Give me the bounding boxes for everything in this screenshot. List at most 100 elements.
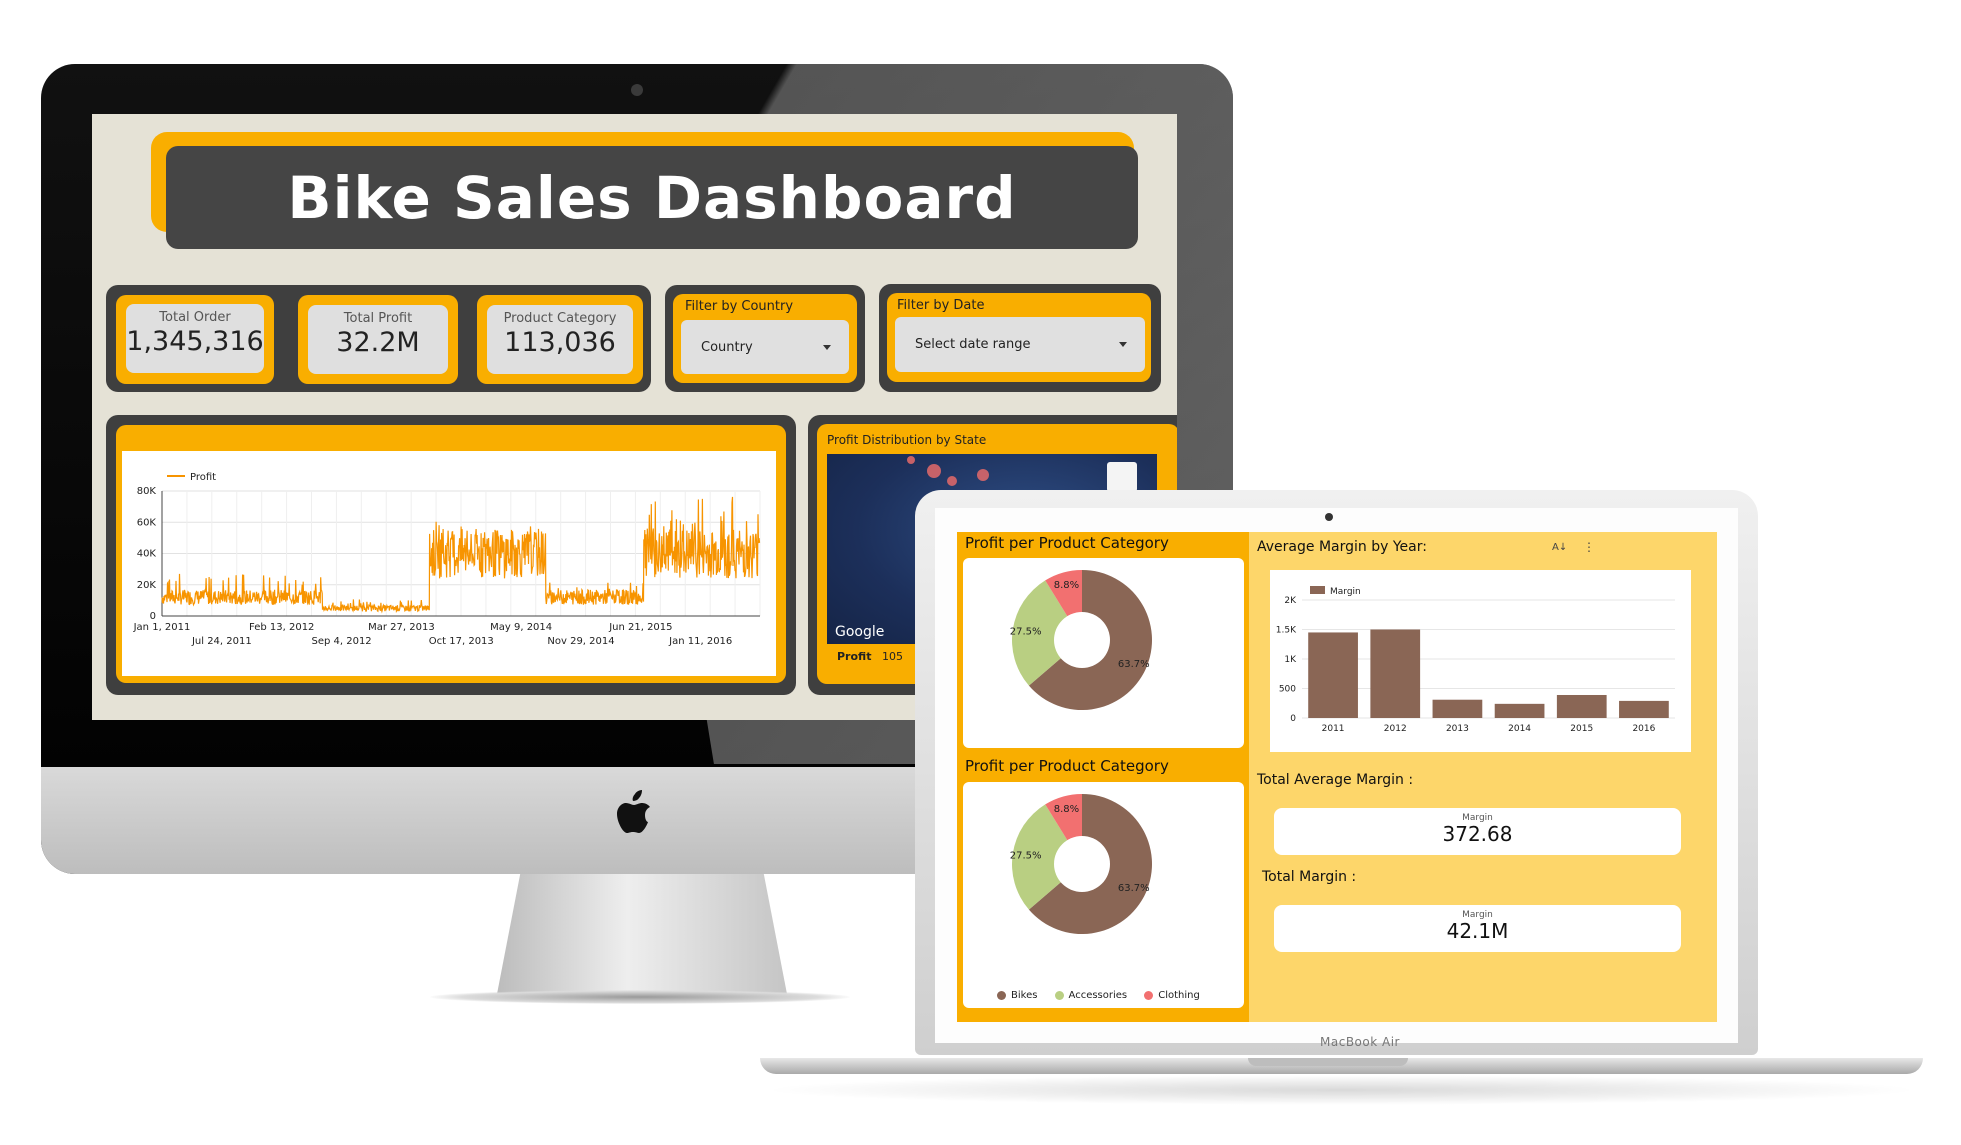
- legend-bikes: Bikes: [997, 990, 1037, 1001]
- pie-hole: [1054, 612, 1110, 668]
- map-marker: [977, 469, 989, 481]
- kpi-product-category: Product Category 113,036: [487, 305, 633, 374]
- map-marker: [947, 476, 957, 486]
- map-footer-label: Profit: [837, 650, 872, 663]
- y-tick-label: 60K: [137, 517, 157, 528]
- y-tick-label: 1K: [1284, 655, 1297, 665]
- kpi-label: Total Order: [159, 310, 231, 325]
- legend-label: Margin: [1330, 587, 1361, 597]
- kpi-label: Product Category: [503, 311, 617, 326]
- timeseries-card: Profit 0 20K 40K 60K 80K Jan 1, 2011 Feb 13, …: [122, 451, 776, 676]
- bar-chart-card: Margin 0 500 1K 1.5K 2K 2011 2012 2013 2014 2015…: [1270, 570, 1691, 752]
- pie-slice-label: 27.5%: [1010, 626, 1042, 637]
- x-tick-label: Sep 4, 2012: [311, 636, 371, 647]
- x-tick-label: 2015: [1570, 724, 1593, 734]
- chevron-down-icon: [1119, 342, 1127, 347]
- pie-bottom-card: 63.7% 27.5% 8.8% Bikes Accessories Clothin…: [963, 782, 1244, 1008]
- legend-label: Clothing: [1158, 990, 1200, 1001]
- scorecard-label: Margin: [1462, 910, 1493, 920]
- sort-icon[interactable]: A↓: [1552, 542, 1567, 553]
- legend-dot: [997, 991, 1006, 1000]
- x-tick-label: 2013: [1446, 724, 1469, 734]
- kpi-total-order: Total Order 1,345,316: [126, 304, 264, 373]
- pie-slice-label: 8.8%: [1054, 804, 1079, 815]
- macbook-notch: [1248, 1058, 1408, 1066]
- x-tick-label: 2012: [1384, 724, 1407, 734]
- x-tick-label: Jan 1, 2011: [133, 622, 191, 633]
- total-margin-title: Total Margin :: [1262, 869, 1357, 885]
- kpi-value: 1,345,316: [126, 326, 264, 357]
- legend-label: Bikes: [1011, 990, 1038, 1001]
- x-tick-label: 2011: [1322, 724, 1345, 734]
- x-tick-label: Oct 17, 2013: [429, 636, 494, 647]
- y-tick-label: 500: [1279, 685, 1296, 695]
- margin-bar-chart: Margin 0 500 1K 1.5K 2K 2011 2012 2013 2014 2015…: [1276, 586, 1675, 734]
- total-average-margin-title: Total Average Margin :: [1257, 772, 1414, 788]
- kpi-total-profit: Total Profit 32.2M: [308, 305, 448, 374]
- legend-dot: [1054, 991, 1064, 1000]
- x-tick-label: Nov 29, 2014: [547, 636, 614, 647]
- scorecard-value: 372.68: [1442, 822, 1513, 846]
- date-dropdown[interactable]: Select date range: [895, 317, 1145, 372]
- imac-stand: [497, 874, 787, 994]
- y-tick-label: 80K: [137, 486, 157, 497]
- bar-2012[interactable]: [1370, 629, 1421, 719]
- x-tick-label: May 9, 2014: [490, 622, 552, 633]
- page-title: Bike Sales Dashboard: [166, 146, 1138, 249]
- map-marker: [927, 464, 941, 478]
- y-tick-label: 0: [1290, 714, 1296, 724]
- y-tick-label: 20K: [137, 580, 157, 591]
- date-filter-title: Filter by Date: [897, 298, 985, 313]
- pie-bottom-chart: 63.7% 27.5% 8.8%: [1010, 794, 1152, 934]
- scorecard-value: 42.1M: [1446, 919, 1509, 943]
- date-dropdown-value: Select date range: [915, 337, 1031, 352]
- map-marker: [907, 456, 915, 464]
- country-dropdown-value: Country: [701, 339, 753, 355]
- profit-timeseries-chart: Profit 0 20K 40K 60K 80K Jan 1, 2011 Feb 13, …: [133, 472, 761, 647]
- country-filter-title: Filter by Country: [685, 299, 794, 314]
- legend-clothing: Clothing: [1144, 990, 1200, 1001]
- bar-2016[interactable]: [1619, 700, 1669, 718]
- x-tick-label: Jan 11, 2016: [668, 636, 732, 647]
- google-label: Google: [835, 624, 885, 640]
- legend-label: Profit: [190, 472, 216, 483]
- more-options-icon[interactable]: ⋮: [1583, 540, 1595, 554]
- pie-legend: Bikes Accessories Clothing: [997, 985, 1212, 1004]
- pie-hole: [1054, 836, 1110, 892]
- kpi-value: 32.2M: [336, 327, 420, 358]
- chevron-down-icon: [823, 344, 831, 350]
- x-tick-label: Jul 24, 2011: [191, 636, 252, 647]
- scorecard-label: Margin: [1462, 813, 1493, 823]
- bar-2013[interactable]: [1432, 699, 1483, 718]
- date-filter-frame: Filter by Date Select date range: [887, 293, 1151, 382]
- kpi-label: Total Profit: [343, 311, 413, 326]
- map-footer-value: 105: [882, 650, 903, 663]
- total-average-margin-card: Margin 372.68: [1274, 808, 1681, 855]
- pie-top-card: 63.7% 27.5% 8.8%: [963, 558, 1244, 748]
- bar-2011[interactable]: [1308, 632, 1358, 718]
- map-control[interactable]: [1107, 462, 1137, 492]
- y-tick-label: 0: [150, 611, 156, 622]
- country-filter-frame: Filter by Country Country: [673, 294, 857, 383]
- pie-bottom-title: Profit per Product Category: [965, 757, 1169, 775]
- y-tick-label: 40K: [137, 549, 157, 560]
- legend-dot: [1144, 991, 1154, 1000]
- x-tick-label: Feb 13, 2012: [249, 622, 314, 633]
- legend-swatch: [1310, 586, 1325, 594]
- country-dropdown[interactable]: Country: [681, 320, 849, 374]
- x-tick-label: Jun 21, 2015: [608, 622, 672, 633]
- bar-2014[interactable]: [1494, 703, 1545, 718]
- map-title: Profit Distribution by State: [827, 433, 987, 447]
- y-tick-label: 1.5K: [1276, 626, 1297, 636]
- macbook-label: MacBook Air: [1320, 1035, 1400, 1049]
- bar-chart-title: Average Margin by Year:: [1257, 539, 1427, 555]
- legend-accessories: Accessories: [1054, 990, 1127, 1001]
- bar-2015[interactable]: [1556, 694, 1607, 718]
- pie-slice-label: 27.5%: [1010, 850, 1042, 861]
- pie-slice-label: 63.7%: [1118, 659, 1150, 670]
- pie-top-chart: 63.7% 27.5% 8.8%: [1010, 570, 1152, 710]
- imac-camera: [631, 84, 643, 96]
- pie-slice-label: 8.8%: [1054, 580, 1079, 591]
- imac-foot: [430, 990, 850, 1004]
- x-tick-label: 2014: [1508, 724, 1531, 734]
